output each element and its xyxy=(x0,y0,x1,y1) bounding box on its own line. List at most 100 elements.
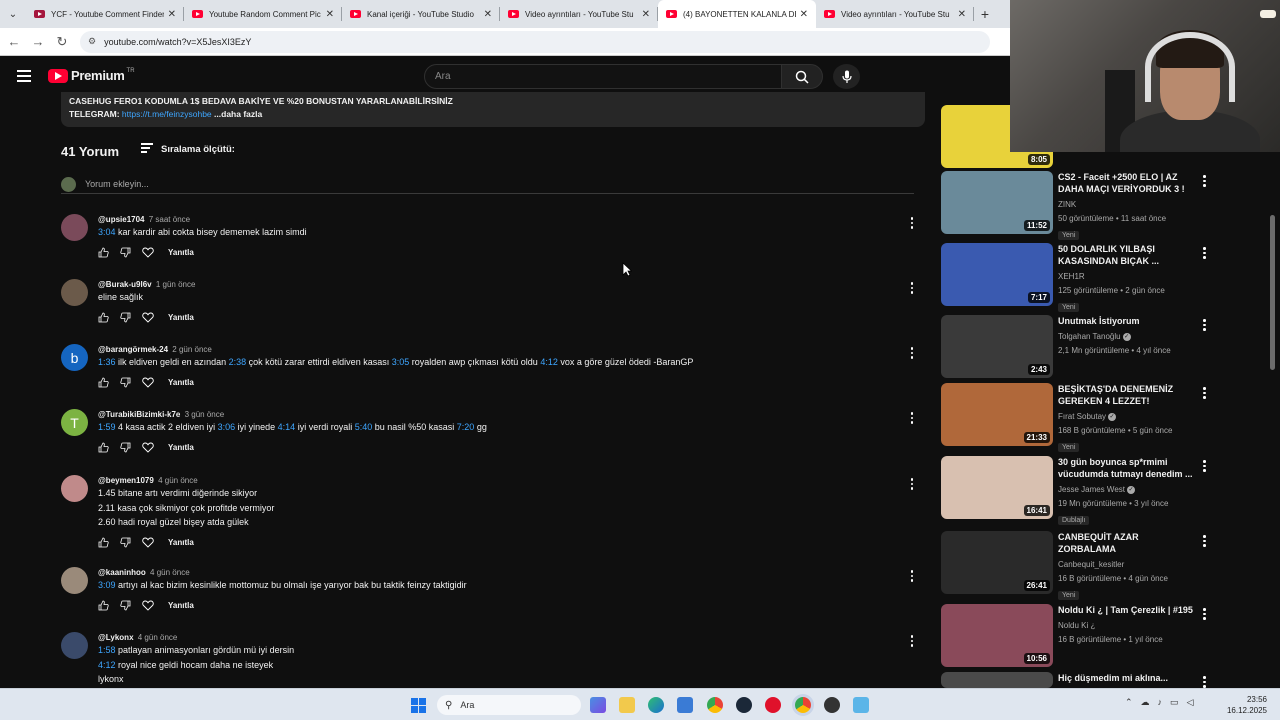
close-tab-icon[interactable]: ✕ xyxy=(800,9,808,20)
browser-tab[interactable]: Video ayrıntıları - YouTube Stu ✕ xyxy=(816,0,974,28)
timestamp-link[interactable]: 3:04 xyxy=(98,227,116,237)
menu-icon[interactable] xyxy=(17,70,31,82)
volume-icon[interactable]: ◁ xyxy=(1187,697,1194,708)
timestamp-link[interactable]: 1:59 xyxy=(98,422,116,432)
video-title[interactable]: 50 DOLARLIK YILBAŞI KASASINDAN BIÇAK ... xyxy=(1058,243,1194,267)
taskbar-search[interactable]: ⚲ Ara xyxy=(437,695,581,715)
video-menu-icon[interactable] xyxy=(1203,608,1206,622)
browser-tab[interactable]: YCF - Youtube Comment Finder ✕ xyxy=(26,0,184,28)
like-icon[interactable] xyxy=(98,537,120,548)
notepad-icon[interactable] xyxy=(853,697,869,713)
dislike-icon[interactable] xyxy=(120,377,142,388)
heart-icon[interactable] xyxy=(142,600,164,611)
video-thumbnail[interactable]: 10:56 xyxy=(941,604,1053,667)
channel-name[interactable]: Jesse James West xyxy=(1058,485,1125,494)
timestamp-link[interactable]: 1:36 xyxy=(98,357,116,367)
commenter-handle[interactable]: @upsie1704 xyxy=(98,215,145,224)
add-comment-field[interactable]: Yorum ekleyin... xyxy=(61,177,914,194)
comment-menu-icon[interactable] xyxy=(909,635,915,649)
timestamp-link[interactable]: 1:58 xyxy=(98,645,116,655)
video-menu-icon[interactable] xyxy=(1203,175,1206,189)
commenter-avatar[interactable]: b xyxy=(61,344,88,371)
close-tab-icon[interactable]: ✕ xyxy=(326,9,334,20)
recommended-video[interactable]: 21:33 BEŞİKTAŞ'DA DENEMENİZ GEREKEN 4 LEZ… xyxy=(941,383,1221,452)
reload-button[interactable]: ↻ xyxy=(50,34,74,50)
comment-time[interactable]: 4 gün önce xyxy=(138,633,178,642)
browser-tab[interactable]: Video ayrıntıları - YouTube Stu ✕ xyxy=(500,0,658,28)
voice-search-button[interactable] xyxy=(833,64,860,89)
video-title[interactable]: BEŞİKTAŞ'DA DENEMENİZ GEREKEN 4 LEZZET! xyxy=(1058,383,1194,407)
timestamp-link[interactable]: 4:12 xyxy=(540,357,558,367)
channel-name[interactable]: Noldu Ki ¿ xyxy=(1058,621,1095,630)
tab-list-button[interactable]: ⌄ xyxy=(0,0,26,28)
video-title[interactable]: CANBEQUİT AZAR ZORBALAMA xyxy=(1058,531,1194,555)
video-thumbnail[interactable]: 21:33 xyxy=(941,383,1053,446)
commenter-avatar[interactable] xyxy=(61,632,88,659)
close-tab-icon[interactable]: ✕ xyxy=(642,9,650,20)
heart-icon[interactable] xyxy=(142,312,164,323)
reply-button[interactable]: Yanıtla xyxy=(168,601,194,610)
forward-button[interactable]: → xyxy=(26,34,50,49)
video-title[interactable]: Noldu Ki ¿ | Tam Çerezlik | #195 xyxy=(1058,604,1194,616)
commenter-handle[interactable]: @kaaninhoo xyxy=(98,568,146,577)
recommended-video[interactable]: 10:56 Noldu Ki ¿ | Tam Çerezlik | #195 Nol… xyxy=(941,604,1221,668)
taskbar-clock[interactable]: 23:56 16.12.2025 xyxy=(1225,694,1267,716)
heart-icon[interactable] xyxy=(142,537,164,548)
comment-time[interactable]: 7 saat önce xyxy=(149,215,190,224)
recommended-video[interactable]: 7:17 50 DOLARLIK YILBAŞI KASASINDAN BIÇAK… xyxy=(941,243,1221,312)
file-explorer-icon[interactable] xyxy=(619,697,635,713)
show-more-link[interactable]: ...daha fazla xyxy=(214,109,262,119)
video-menu-icon[interactable] xyxy=(1203,535,1206,549)
page-scrollbar[interactable] xyxy=(1270,215,1275,370)
commenter-avatar[interactable] xyxy=(61,567,88,594)
browser-tab[interactable]: (4) BAYONETTEN KALANLA DE ✕ xyxy=(658,0,816,28)
back-button[interactable]: ← xyxy=(2,34,26,49)
video-thumbnail[interactable] xyxy=(941,672,1053,688)
video-title[interactable]: Hiç düşmedim mi aklına... xyxy=(1058,672,1194,684)
timestamp-link[interactable]: 4:14 xyxy=(278,422,296,432)
close-tab-icon[interactable]: ✕ xyxy=(958,9,966,20)
commenter-avatar[interactable] xyxy=(61,214,88,241)
steam-icon[interactable] xyxy=(736,697,752,713)
browser-tab[interactable]: Youtube Random Comment Pic ✕ xyxy=(184,0,342,28)
comment-menu-icon[interactable] xyxy=(909,282,915,296)
new-tab-button[interactable]: + xyxy=(974,6,996,22)
commenter-avatar[interactable] xyxy=(61,279,88,306)
like-icon[interactable] xyxy=(98,312,120,323)
video-menu-icon[interactable] xyxy=(1203,247,1206,261)
tray-overflow-icon[interactable]: ⌃ xyxy=(1125,697,1133,708)
recommended-video[interactable]: 16:41 30 gün boyunca sp*rmimi vücudumda t… xyxy=(941,456,1221,525)
timestamp-link[interactable]: 3:09 xyxy=(98,580,116,590)
reply-button[interactable]: Yanıtla xyxy=(168,378,194,387)
video-menu-icon[interactable] xyxy=(1203,319,1206,333)
dislike-icon[interactable] xyxy=(120,442,142,453)
like-icon[interactable] xyxy=(98,442,120,453)
edge-icon[interactable] xyxy=(648,697,664,713)
commenter-handle[interactable]: @TurabikiBizimki-k7e xyxy=(98,410,180,419)
video-title[interactable]: CS2 - Faceit +2500 ELO | AZ DAHA MAÇI VE… xyxy=(1058,171,1194,195)
opera-icon[interactable] xyxy=(765,697,781,713)
comment-time[interactable]: 4 gün önce xyxy=(158,476,198,485)
timestamp-link[interactable]: 5:40 xyxy=(355,422,373,432)
video-thumbnail[interactable]: 11:52 xyxy=(941,171,1053,234)
comment-menu-icon[interactable] xyxy=(909,217,915,231)
timestamp-link[interactable]: 2:38 xyxy=(229,357,247,367)
video-thumbnail[interactable]: 7:17 xyxy=(941,243,1053,306)
video-thumbnail[interactable]: 16:41 xyxy=(941,456,1053,519)
search-button[interactable] xyxy=(781,64,823,89)
site-info-icon[interactable]: ⚙ xyxy=(88,36,96,47)
comment-menu-icon[interactable] xyxy=(909,478,915,492)
reply-button[interactable]: Yanıtla xyxy=(168,248,194,257)
like-icon[interactable] xyxy=(98,377,120,388)
like-icon[interactable] xyxy=(98,600,120,611)
network-icon[interactable]: ▭ xyxy=(1170,697,1179,708)
timestamp-link[interactable]: 3:05 xyxy=(392,357,410,367)
channel-name[interactable]: XEH1R xyxy=(1058,272,1085,281)
heart-icon[interactable] xyxy=(142,247,164,258)
recommended-video[interactable]: Hiç düşmedim mi aklına... xyxy=(941,672,1221,688)
comment-time[interactable]: 1 gün önce xyxy=(156,280,196,289)
commenter-handle[interactable]: @Lykonx xyxy=(98,633,134,642)
channel-name[interactable]: ZINK xyxy=(1058,200,1076,209)
video-thumbnail[interactable]: 2:43 xyxy=(941,315,1053,378)
recommended-video[interactable]: 26:41 CANBEQUİT AZAR ZORBALAMA Canbequit_k… xyxy=(941,531,1221,600)
